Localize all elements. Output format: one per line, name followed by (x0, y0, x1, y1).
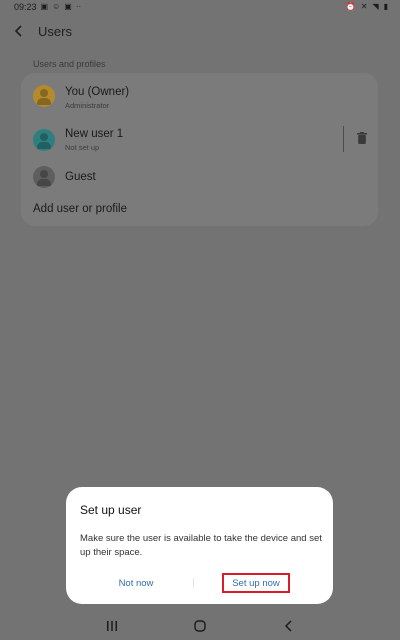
section-label: Users and profiles (33, 59, 106, 69)
row-divider (343, 126, 344, 152)
user-row-new-user[interactable]: New user 1 Not set up (21, 120, 378, 160)
wifi-icon: ◥ (372, 2, 379, 11)
smiley-icon: ☺ (52, 2, 61, 11)
user-row-owner[interactable]: You (Owner) Administrator (21, 76, 378, 116)
home-icon (194, 620, 206, 632)
photo-icon: ▣ (64, 2, 72, 11)
dialog-message: Make sure the user is available to take … (80, 533, 322, 558)
dots-icon: ·· (75, 2, 82, 11)
avatar (33, 85, 55, 107)
user-name: New user 1 (65, 128, 124, 140)
status-time: 09:23 (14, 2, 37, 12)
user-row-guest[interactable]: Guest (21, 162, 378, 202)
battery-icon: ▮ (383, 2, 388, 11)
setup-user-dialog: Set up user Make sure the user is availa… (66, 487, 333, 604)
user-name: You (Owner) (65, 86, 130, 98)
user-name: Guest (65, 171, 96, 183)
mute-icon: ✕ (360, 2, 368, 11)
dialog-title: Set up user (80, 503, 142, 517)
back-button[interactable] (274, 616, 304, 636)
trash-icon[interactable] (357, 132, 367, 144)
button-divider (193, 578, 194, 588)
home-button[interactable] (185, 616, 215, 636)
not-now-button[interactable]: Not now (94, 575, 178, 591)
navigation-bar (0, 612, 400, 640)
status-bar-right: ⏰ ✕ ◥ ▮ (346, 2, 388, 12)
avatar (33, 166, 55, 188)
status-bar: 09:23 ▣ ☺ ▣ ·· ⏰ ✕ ◥ ▮ (0, 0, 400, 14)
page-title: Users (38, 23, 72, 39)
user-subtitle: Administrator (65, 101, 110, 110)
alarm-icon: ⏰ (345, 2, 356, 11)
status-bar-left: 09:23 ▣ ☺ ▣ ·· (14, 2, 81, 12)
user-subtitle: Not set up (65, 143, 100, 152)
avatar (33, 129, 55, 151)
recents-button[interactable] (97, 616, 127, 636)
back-icon (284, 620, 292, 632)
set-up-now-button[interactable]: Set up now (222, 573, 290, 593)
image-icon: ▣ (40, 2, 49, 11)
users-card: You (Owner) Administrator New user 1 Not… (21, 73, 378, 226)
add-user-button[interactable]: Add user or profile (33, 203, 127, 215)
recents-icon (107, 621, 117, 631)
app-header: Users (12, 20, 72, 42)
back-arrow-icon[interactable] (12, 24, 26, 38)
